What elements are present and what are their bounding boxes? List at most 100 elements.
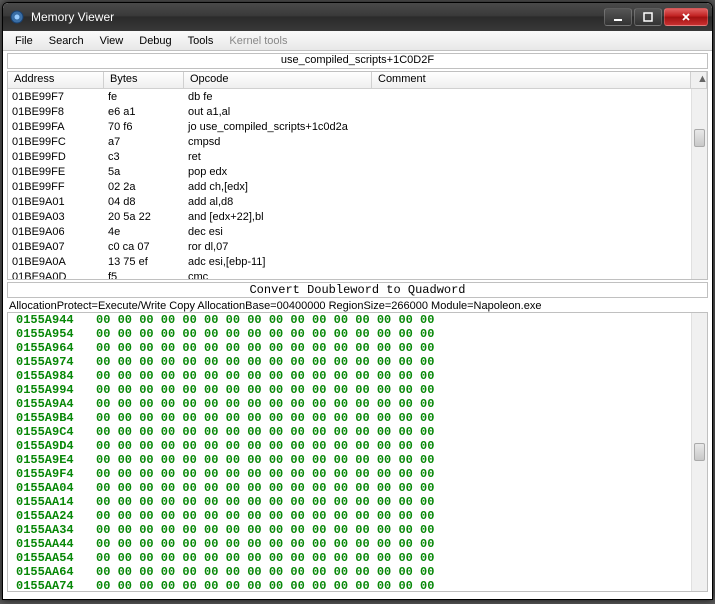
disasm-row[interactable]: 01BE9A0A13 75 efadc esi,[ebp-11] bbox=[8, 255, 707, 270]
disasm-row[interactable]: 01BE9A0104 d8add al,d8 bbox=[8, 195, 707, 210]
hex-addr: 0155A984 bbox=[16, 369, 96, 383]
disasm-row[interactable]: 01BE99F8e6 a1out a1,al bbox=[8, 105, 707, 120]
hex-bytes: 00 00 00 00 00 00 00 00 00 00 00 00 00 0… bbox=[96, 383, 434, 397]
hex-addr: 0155AA64 bbox=[16, 565, 96, 579]
hex-row[interactable]: 0155A98400 00 00 00 00 00 00 00 00 00 00… bbox=[8, 369, 707, 383]
disassembly-list[interactable]: 01BE99F7fedb fe01BE99F8e6 a1out a1,al01B… bbox=[8, 89, 707, 279]
scrollbar-thumb[interactable] bbox=[694, 443, 705, 461]
hex-addr: 0155AA54 bbox=[16, 551, 96, 565]
hex-row[interactable]: 0155A9A400 00 00 00 00 00 00 00 00 00 00… bbox=[8, 397, 707, 411]
location-header: use_compiled_scripts+1C0D2F bbox=[7, 53, 708, 69]
hex-addr: 0155AA74 bbox=[16, 579, 96, 592]
bytes-cell: 02 2a bbox=[108, 180, 188, 195]
hex-row[interactable]: 0155A97400 00 00 00 00 00 00 00 00 00 00… bbox=[8, 355, 707, 369]
bytes-cell: 13 75 ef bbox=[108, 255, 188, 270]
hex-bytes: 00 00 00 00 00 00 00 00 00 00 00 00 00 0… bbox=[96, 495, 434, 509]
bytes-cell: 70 f6 bbox=[108, 120, 188, 135]
menu-search[interactable]: Search bbox=[41, 33, 92, 49]
close-button[interactable] bbox=[664, 8, 708, 26]
opcode-cell: db fe bbox=[188, 90, 703, 105]
hex-row[interactable]: 0155A9B400 00 00 00 00 00 00 00 00 00 00… bbox=[8, 411, 707, 425]
hex-addr: 0155A944 bbox=[16, 313, 96, 327]
addr-cell: 01BE99FD bbox=[12, 150, 108, 165]
hex-bytes: 00 00 00 00 00 00 00 00 00 00 00 00 00 0… bbox=[96, 523, 434, 537]
disasm-row[interactable]: 01BE99FDc3ret bbox=[8, 150, 707, 165]
hex-row[interactable]: 0155AA6400 00 00 00 00 00 00 00 00 00 00… bbox=[8, 565, 707, 579]
column-headers: Address Bytes Opcode Comment ▲ bbox=[8, 72, 707, 89]
menu-debug[interactable]: Debug bbox=[131, 33, 179, 49]
disasm-scrollbar[interactable] bbox=[691, 89, 707, 279]
hex-dump-pane[interactable]: 0155A944 00 00 00 00 00 00 00 00 00 00 00… bbox=[7, 312, 708, 592]
col-opcode[interactable]: Opcode bbox=[184, 72, 372, 88]
hex-bytes: 00 00 00 00 00 00 00 00 00 00 00 00 00 0… bbox=[96, 509, 434, 523]
disasm-row[interactable]: 01BE9A07c0 ca 07ror dl,07 bbox=[8, 240, 707, 255]
hex-addr: 0155A994 bbox=[16, 383, 96, 397]
hex-row[interactable]: 0155A9C400 00 00 00 00 00 00 00 00 00 00… bbox=[8, 425, 707, 439]
col-comment[interactable]: Comment bbox=[372, 72, 691, 88]
bytes-cell: fe bbox=[108, 90, 188, 105]
opcode-cell: add ch,[edx] bbox=[188, 180, 703, 195]
hex-bytes: 00 00 00 00 00 00 00 00 00 00 00 00 00 0… bbox=[96, 565, 434, 579]
hex-row[interactable]: 0155AA5400 00 00 00 00 00 00 00 00 00 00… bbox=[8, 551, 707, 565]
minimize-button[interactable] bbox=[604, 8, 632, 26]
hex-bytes: 00 00 00 00 00 00 00 00 00 00 00 00 00 0… bbox=[96, 467, 434, 481]
menu-tools[interactable]: Tools bbox=[180, 33, 222, 49]
hex-bytes: 00 00 00 00 00 00 00 00 00 00 00 00 00 0… bbox=[96, 439, 434, 453]
opcode-cell: out a1,al bbox=[188, 105, 703, 120]
hex-bytes: 00 00 00 00 00 00 00 00 00 00 00 00 00 0… bbox=[96, 481, 434, 495]
scroll-up-icon[interactable]: ▲ bbox=[691, 72, 707, 88]
opcode-cell: add al,d8 bbox=[188, 195, 703, 210]
disasm-row[interactable]: 01BE9A0320 5a 22and [edx+22],bl bbox=[8, 210, 707, 225]
addr-cell: 01BE99F8 bbox=[12, 105, 108, 120]
hex-row[interactable]: 0155AA4400 00 00 00 00 00 00 00 00 00 00… bbox=[8, 537, 707, 551]
hex-row[interactable]: 0155A96400 00 00 00 00 00 00 00 00 00 00… bbox=[8, 341, 707, 355]
col-bytes[interactable]: Bytes bbox=[104, 72, 184, 88]
opcode-cell: pop edx bbox=[188, 165, 703, 180]
hex-row[interactable]: 0155AA7400 00 00 00 00 00 00 00 00 00 00… bbox=[8, 579, 707, 592]
opcode-cell: cmpsd bbox=[188, 135, 703, 150]
hex-row[interactable]: 0155AA0400 00 00 00 00 00 00 00 00 00 00… bbox=[8, 481, 707, 495]
menubar: File Search View Debug Tools Kernel tool… bbox=[3, 31, 712, 51]
col-address[interactable]: Address bbox=[8, 72, 104, 88]
hex-row[interactable]: 0155A94400 00 00 00 00 00 00 00 00 00 00… bbox=[8, 313, 707, 327]
hex-scrollbar[interactable] bbox=[691, 313, 707, 591]
disasm-row[interactable]: 01BE99F7fedb fe bbox=[8, 90, 707, 105]
scrollbar-thumb[interactable] bbox=[694, 129, 705, 147]
disasm-row[interactable]: 01BE99FE5apop edx bbox=[8, 165, 707, 180]
hex-row[interactable]: 0155AA3400 00 00 00 00 00 00 00 00 00 00… bbox=[8, 523, 707, 537]
hex-bytes: 00 00 00 00 00 00 00 00 00 00 00 00 00 0… bbox=[96, 551, 434, 565]
hex-row[interactable]: 0155A99400 00 00 00 00 00 00 00 00 00 00… bbox=[8, 383, 707, 397]
bytes-cell: a7 bbox=[108, 135, 188, 150]
hex-row[interactable]: 0155A9F400 00 00 00 00 00 00 00 00 00 00… bbox=[8, 467, 707, 481]
hex-addr: 0155A9A4 bbox=[16, 397, 96, 411]
hex-row[interactable]: 0155AA2400 00 00 00 00 00 00 00 00 00 00… bbox=[8, 509, 707, 523]
disasm-row[interactable]: 01BE99FA70 f6jo use_compiled_scripts+1c0… bbox=[8, 120, 707, 135]
maximize-button[interactable] bbox=[634, 8, 662, 26]
hex-addr: 0155A964 bbox=[16, 341, 96, 355]
bytes-cell: 04 d8 bbox=[108, 195, 188, 210]
menu-kernel-tools[interactable]: Kernel tools bbox=[221, 33, 295, 49]
opcode-cell: ret bbox=[188, 150, 703, 165]
hex-addr: 0155A9E4 bbox=[16, 453, 96, 467]
addr-cell: 01BE9A0D bbox=[12, 270, 108, 279]
bytes-cell: f5 bbox=[108, 270, 188, 279]
disasm-row[interactable]: 01BE99FF02 2aadd ch,[edx] bbox=[8, 180, 707, 195]
disasm-row[interactable]: 01BE9A0Df5cmc bbox=[8, 270, 707, 279]
bytes-cell: e6 a1 bbox=[108, 105, 188, 120]
disasm-row[interactable]: 01BE99FCa7cmpsd bbox=[8, 135, 707, 150]
hex-row[interactable]: 0155A9D400 00 00 00 00 00 00 00 00 00 00… bbox=[8, 439, 707, 453]
hex-bytes: 00 00 00 00 00 00 00 00 00 00 00 00 00 0… bbox=[96, 397, 434, 411]
disasm-row[interactable]: 01BE9A064edec esi bbox=[8, 225, 707, 240]
menu-file[interactable]: File bbox=[7, 33, 41, 49]
menu-view[interactable]: View bbox=[92, 33, 132, 49]
bytes-cell: 4e bbox=[108, 225, 188, 240]
hex-row[interactable]: 0155A9E400 00 00 00 00 00 00 00 00 00 00… bbox=[8, 453, 707, 467]
disassembly-pane: Address Bytes Opcode Comment ▲ 01BE99F7f… bbox=[7, 71, 708, 280]
addr-cell: 01BE9A01 bbox=[12, 195, 108, 210]
opcode-cell: ror dl,07 bbox=[188, 240, 703, 255]
hex-row[interactable]: 0155A95400 00 00 00 00 00 00 00 00 00 00… bbox=[8, 327, 707, 341]
bytes-cell: c0 ca 07 bbox=[108, 240, 188, 255]
hex-row[interactable]: 0155AA1400 00 00 00 00 00 00 00 00 00 00… bbox=[8, 495, 707, 509]
app-icon bbox=[9, 9, 25, 25]
titlebar[interactable]: Memory Viewer bbox=[3, 3, 712, 31]
